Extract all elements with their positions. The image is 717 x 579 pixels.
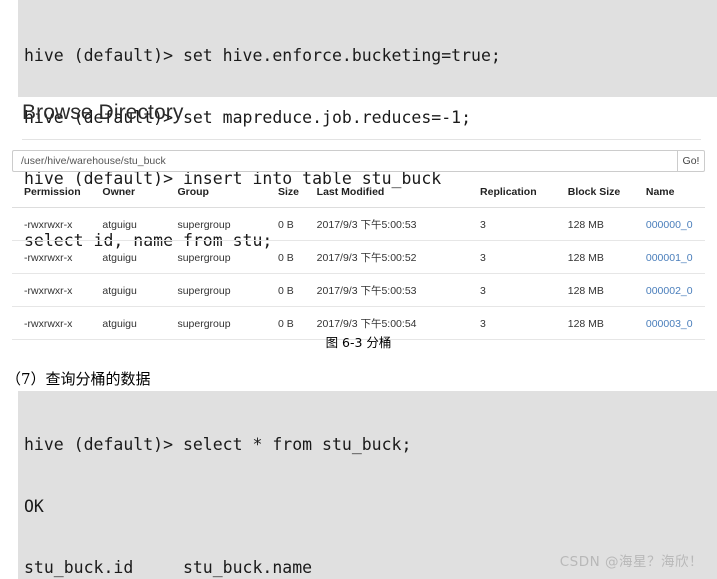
console-line: hive (default)> set hive.enforce.bucketi…: [24, 46, 501, 65]
cell-replication: 3: [480, 207, 568, 241]
cell-group: supergroup: [177, 240, 278, 274]
column-header-permission[interactable]: Permission: [12, 186, 103, 208]
header-divider: [22, 139, 701, 140]
file-link[interactable]: 000002_0: [646, 285, 693, 297]
page-title: Browse Directory: [22, 101, 184, 124]
cell-group: supergroup: [177, 207, 278, 241]
column-header-block-size[interactable]: Block Size: [567, 186, 646, 208]
table-row: -rwxrwxr-x atguigu supergroup 0 B 2017/9…: [12, 273, 705, 307]
cell-permission: -rwxrwxr-x: [12, 273, 103, 307]
cell-name: 000002_0: [645, 273, 705, 307]
cell-replication: 3: [480, 273, 568, 307]
cell-replication: 3: [480, 240, 568, 274]
table-row: -rwxrwxr-x atguigu supergroup 0 B 2017/9…: [12, 240, 705, 274]
cell-last-modified: 2017/9/3 下午5:00:53: [316, 207, 481, 241]
file-link[interactable]: 000001_0: [646, 252, 693, 264]
cell-last-modified: 2017/9/3 下午5:00:53: [316, 273, 481, 307]
cell-permission: -rwxrwxr-x: [12, 240, 103, 274]
cell-group: supergroup: [177, 273, 278, 307]
column-header-owner[interactable]: Owner: [102, 186, 178, 208]
file-link[interactable]: 000000_0: [646, 219, 693, 231]
go-button[interactable]: Go!: [677, 150, 705, 172]
cell-block-size: 128 MB: [567, 273, 646, 307]
file-link[interactable]: 000003_0: [646, 318, 693, 330]
cell-owner: atguigu: [102, 207, 178, 241]
cell-size: 0 B: [277, 240, 317, 274]
path-bar: Go!: [12, 150, 705, 172]
directory-listing-table: Permission Owner Group Size Last Modifie…: [12, 186, 705, 340]
column-header-last-modified[interactable]: Last Modified: [316, 186, 481, 208]
cell-name: 000000_0: [645, 207, 705, 241]
figure-caption: 图 6-3 分桶: [325, 335, 392, 350]
table-header-row: Permission Owner Group Size Last Modifie…: [12, 186, 705, 208]
csdn-watermark: CSDN @海星？海欣！: [559, 554, 703, 570]
cell-size: 0 B: [277, 207, 317, 241]
column-header-size[interactable]: Size: [277, 186, 317, 208]
cell-last-modified: 2017/9/3 下午5:00:52: [316, 240, 481, 274]
cell-size: 0 B: [277, 273, 317, 307]
top-console-code-block: hive (default)> set hive.enforce.bucketi…: [18, 0, 717, 250]
section-heading: （7）查询分桶的数据: [6, 370, 151, 388]
cell-owner: atguigu: [102, 240, 178, 274]
cell-block-size: 128 MB: [567, 240, 646, 274]
cell-owner: atguigu: [102, 273, 178, 307]
column-header-replication[interactable]: Replication: [480, 186, 568, 208]
column-header-group[interactable]: Group: [177, 186, 278, 208]
table-row: -rwxrwxr-x atguigu supergroup 0 B 2017/9…: [12, 207, 705, 241]
column-header-name[interactable]: Name: [645, 186, 705, 208]
directory-path-input[interactable]: [12, 150, 677, 172]
cell-permission: -rwxrwxr-x: [12, 207, 103, 241]
cell-block-size: 128 MB: [567, 207, 646, 241]
console-line: hive (default)> select * from stu_buck;: [24, 435, 412, 454]
cell-name: 000001_0: [645, 240, 705, 274]
console-line: OK: [24, 496, 44, 516]
